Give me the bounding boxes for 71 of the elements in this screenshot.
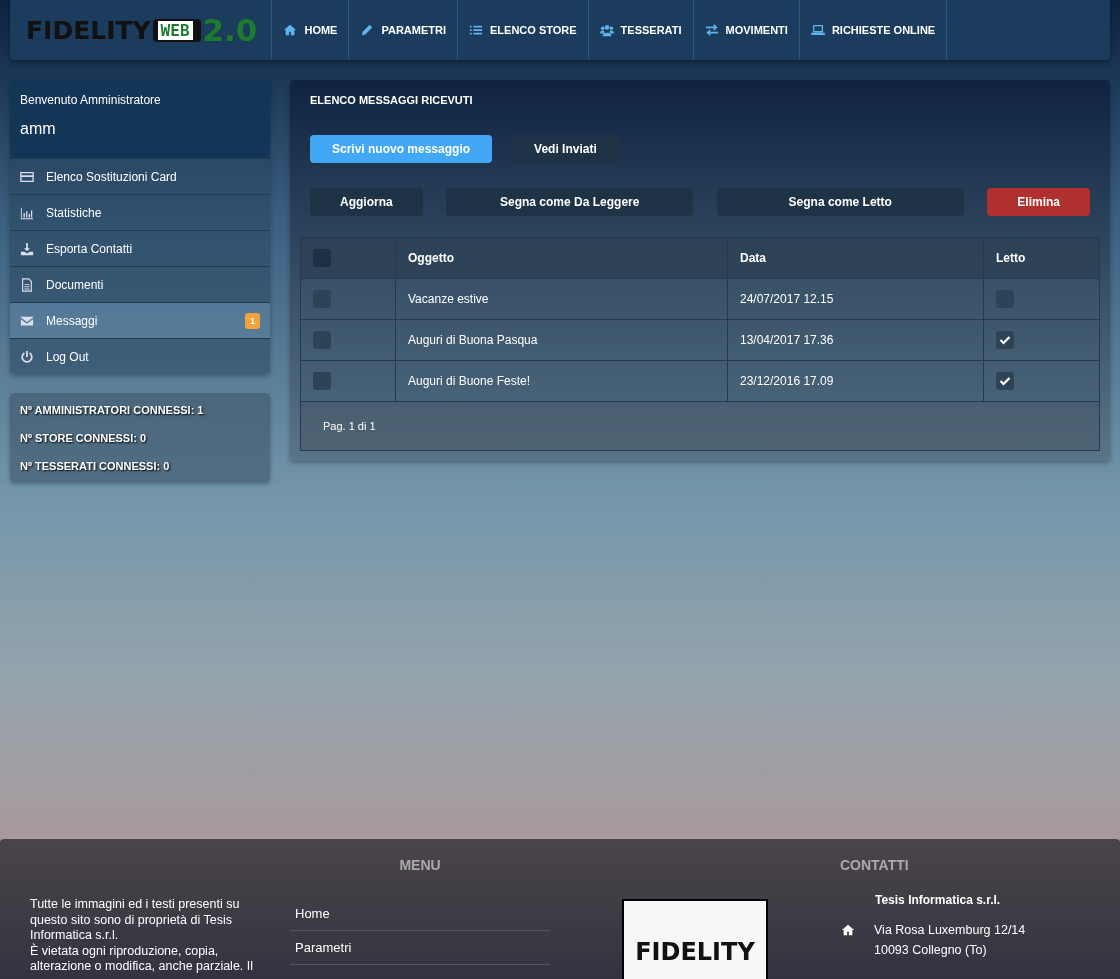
nav-link[interactable]: PARAMETRI [348, 0, 457, 60]
company-name: Tesis Informatica s.r.l. [875, 893, 1002, 907]
document-icon [20, 277, 34, 292]
action-button[interactable]: Elimina [987, 188, 1090, 216]
table-cell: Auguri di Buona Pasqua [395, 319, 728, 361]
list-icon [469, 23, 483, 37]
sidebar-item-label: Messaggi [46, 313, 99, 328]
laptop-icon [810, 23, 825, 37]
panel-title: ELENCO MESSAGGI RICEVUTI [309, 94, 474, 106]
sidebar-item-label: Statistiche [46, 205, 103, 220]
column-header: Data [727, 237, 984, 279]
users-icon [599, 23, 614, 37]
table-cell: 13/04/2017 17.36 [727, 319, 984, 361]
checkbox[interactable] [313, 331, 331, 349]
action-button[interactable]: Segna come Da Leggere [446, 188, 694, 216]
pencil-icon [360, 23, 375, 37]
username: amm [20, 120, 57, 138]
footer-heading: CONTATTI [840, 856, 910, 873]
card-icon [20, 169, 34, 184]
house-icon [840, 923, 856, 937]
checkbox[interactable] [996, 372, 1014, 390]
power-icon [20, 349, 34, 364]
checkbox[interactable] [996, 331, 1014, 349]
sidebar-item[interactable]: Messaggi 1 [10, 302, 270, 338]
welcome-text: Benvenuto Amministratore [20, 93, 162, 107]
house-icon [283, 23, 298, 37]
table-cell: Auguri di Buone Feste! [395, 360, 728, 402]
action-button[interactable]: Aggiorna [310, 188, 423, 216]
stat-text: Nº AMMINISTRATORI CONNESSI: 1 [20, 404, 205, 416]
table-cell: Vacanze estive [395, 278, 728, 320]
sidebar-item-label: Esporta Contatti [46, 241, 134, 256]
count-badge: 1 [245, 312, 260, 329]
sidebar-item[interactable]: Statistiche [10, 194, 270, 230]
disclaimer-text: È vietata ogni riproduzione, copia, alterazione o modifica, anche parziale. Il [30, 943, 255, 975]
sidebar-item-label: Log Out [46, 349, 90, 364]
table-cell: 23/12/2016 17.09 [727, 360, 984, 402]
check-icon [999, 334, 1011, 346]
sidebar-item[interactable]: Esporta Contatti [10, 230, 270, 266]
stat-text: Nº STORE CONNESSI: 0 [20, 432, 148, 444]
footer-link[interactable]: Home [290, 897, 550, 931]
nav-link[interactable]: HOME [271, 0, 349, 60]
checkbox[interactable] [313, 372, 331, 390]
column-header: Letto [983, 237, 1100, 279]
check-icon [999, 375, 1011, 387]
sidebar-item-label: Elenco Sostituzioni Card [46, 169, 178, 184]
column-header: Oggetto [395, 237, 728, 279]
action-button[interactable]: Vedi Inviati [512, 135, 619, 163]
address-line: Via Rosa Luxemburg 12/14 [874, 922, 1026, 939]
disclaimer-text: Tutte le immagini ed i testi presenti su questo sito sono di proprietà di Tesis Informatica s.r.l. [30, 897, 241, 943]
nav-link[interactable]: TESSERATI [587, 0, 693, 60]
sidebar-item[interactable]: Log Out [10, 338, 270, 374]
footer-link[interactable]: Parametri [290, 931, 550, 965]
nav-link[interactable]: MOVIMENTI [692, 0, 799, 60]
arrows-icon [704, 23, 719, 37]
download-icon [20, 241, 34, 256]
address-line: 10093 Collegno (To) [874, 942, 988, 959]
table-cell: 24/07/2017 12.15 [727, 278, 984, 320]
sidebar-item-label: Documenti [46, 277, 105, 292]
action-button[interactable]: Segna come Letto [716, 188, 964, 216]
pagination-text: Pag. 1 di 1 [323, 420, 376, 432]
sidebar-item[interactable]: Elenco Sostituzioni Card [10, 158, 270, 194]
logo-wordmark: FIDELITY [26, 15, 151, 45]
phone-logo: WEB [152, 18, 201, 42]
footer-heading: MENU [398, 856, 442, 873]
sidebar-item[interactable]: Documenti [10, 266, 270, 302]
nav-link[interactable]: RICHIESTE ONLINE [798, 0, 948, 60]
footer-logo: FIDELITY [622, 899, 768, 979]
nav-link[interactable]: ELENCO STORE [457, 0, 588, 60]
bar-chart-icon [20, 205, 34, 220]
stat-text: Nº TESSERATI CONNESSI: 0 [20, 460, 171, 472]
logo-version: 2.0 [202, 12, 258, 48]
